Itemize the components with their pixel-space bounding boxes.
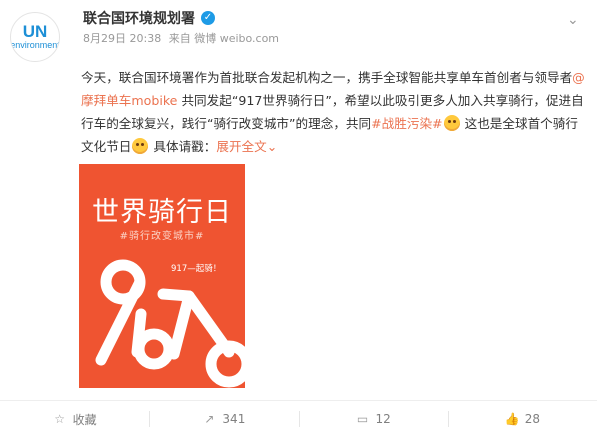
comment-button[interactable]: ▭ 12 [298, 401, 448, 437]
emoji-icon [443, 115, 460, 131]
expand-link[interactable]: 展开全文⌄ [216, 139, 277, 154]
post-text: 今天，联合国环境署作为首批联合发起机构之一，携手全球智能共享单车首创者与领导者@… [81, 66, 586, 158]
username-text[interactable]: 联合国环境规划署 [83, 8, 195, 28]
repost-icon: ↗ [204, 412, 215, 426]
avatar-top-text: UN [22, 22, 48, 41]
post-meta: 8月29日 20:38 来自 微博 weibo.com [83, 30, 283, 46]
favorite-label: 收藏 [72, 412, 97, 427]
post-image[interactable]: 世界骑行日 #骑行改变城市# 917—起骑！ [79, 164, 245, 388]
verified-icon: ✓ [201, 11, 215, 25]
post-source[interactable]: 来自 微博 weibo.com [169, 32, 279, 45]
emoji-icon [132, 138, 149, 154]
hashtag-link[interactable]: #战胜污染# [371, 116, 442, 131]
expand-arrow-icon: ⌄ [266, 139, 278, 154]
favorite-button[interactable]: ☆ 收藏 [0, 401, 149, 437]
username[interactable]: 联合国环境规划署 ✓ [83, 8, 215, 28]
avatar-bottom-text: environment [10, 40, 60, 50]
poster-tag: 917—起骑！ [171, 264, 222, 274]
post-text-p1: 今天，联合国环境署作为首批联合发起机构之一，携手全球智能共享单车首创者与领导者 [81, 70, 573, 85]
like-count: 28 [524, 412, 541, 426]
avatar[interactable]: UN environment [10, 12, 60, 62]
star-icon: ☆ [54, 412, 65, 426]
repost-count: 341 [222, 412, 246, 426]
poster-917-graphic [95, 259, 245, 388]
post-date[interactable]: 8月29日 20:38 [83, 32, 161, 45]
comment-count: 12 [375, 412, 391, 426]
thumbs-up-icon: 👍 [504, 412, 520, 426]
repost-button[interactable]: ↗ 341 [149, 401, 298, 437]
chevron-down-icon[interactable]: ⌄ [567, 12, 583, 28]
action-bar: ☆ 收藏 ↗ 341 ▭ 12 👍 28 [0, 400, 597, 437]
post-text-p4: 具体请戳： [149, 139, 217, 154]
comment-icon: ▭ [356, 412, 369, 426]
expand-label[interactable]: 展开全文 [216, 139, 266, 154]
un-logo: UN [22, 22, 48, 41]
like-button[interactable]: 👍 28 [447, 401, 597, 437]
